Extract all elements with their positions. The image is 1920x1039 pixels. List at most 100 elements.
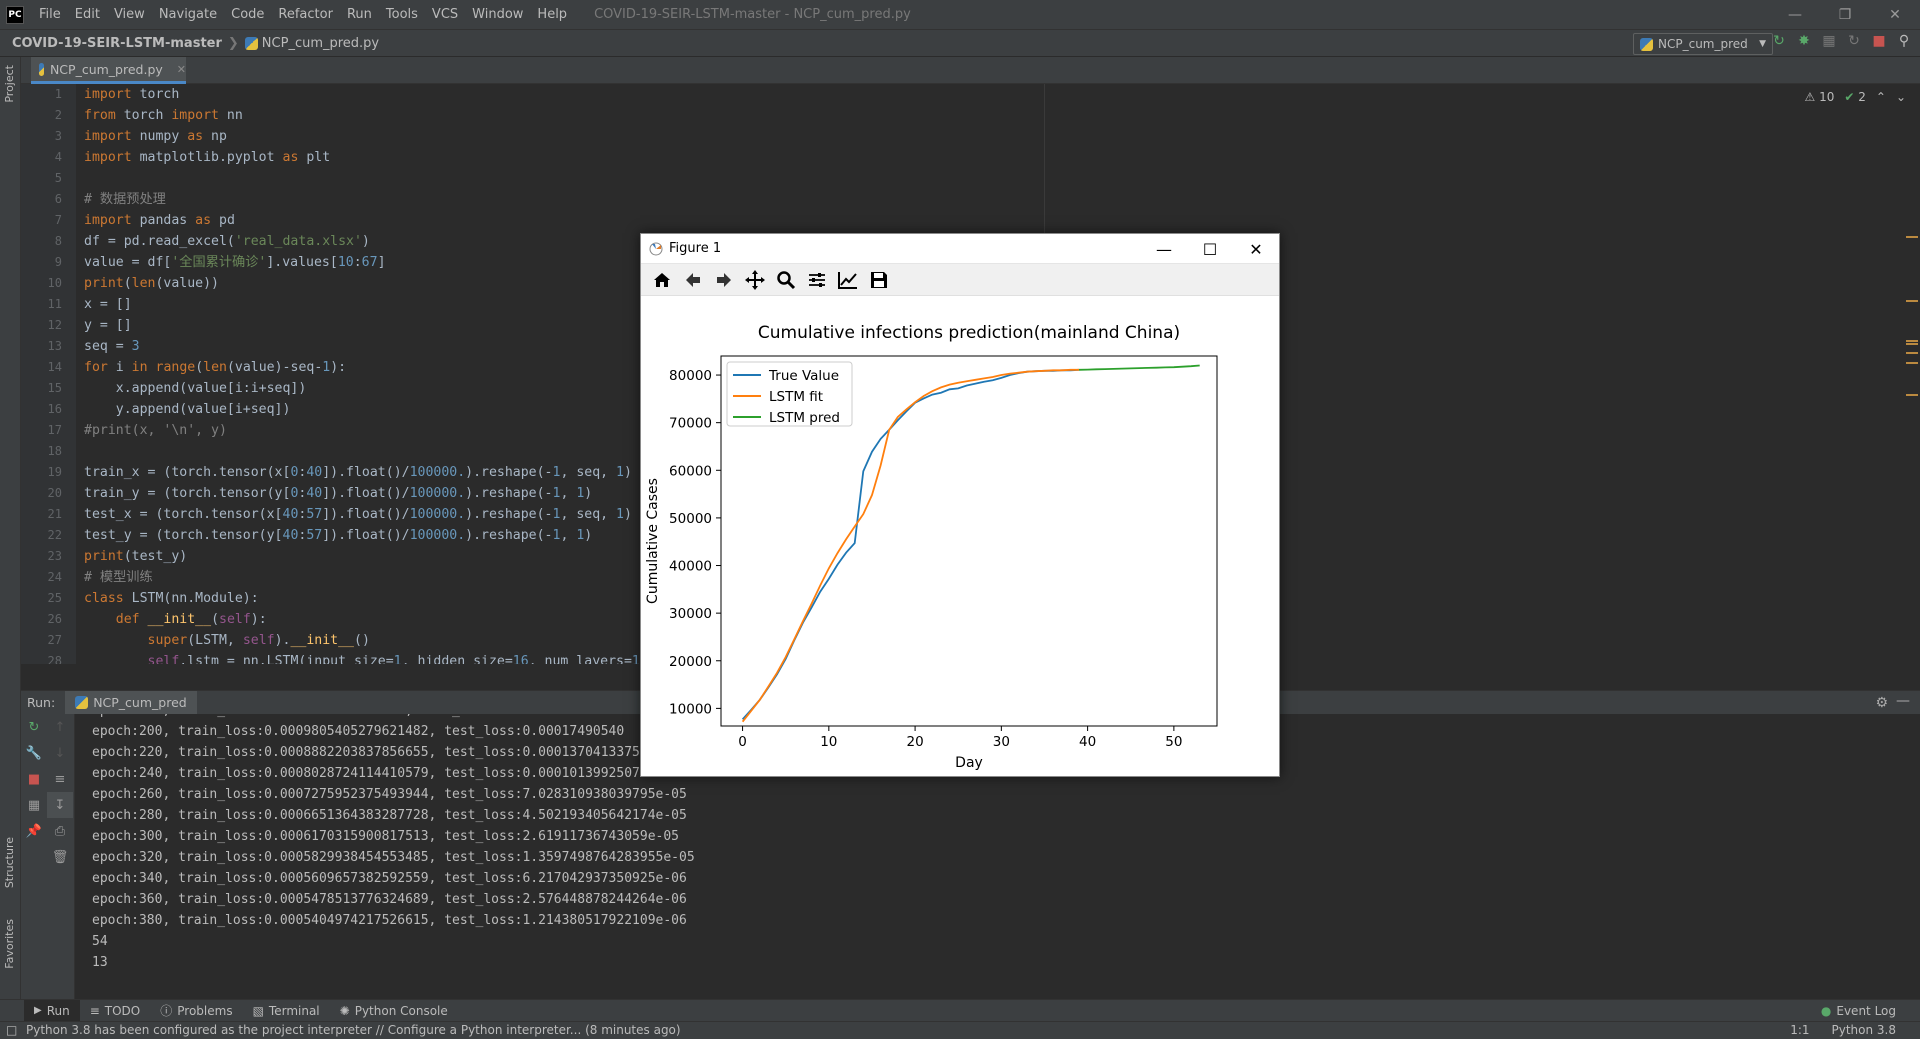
line-number: 25 [47, 591, 62, 605]
scroll-marker[interactable] [1906, 362, 1918, 364]
breadcrumb-file[interactable]: NCP_cum_pred.py [244, 35, 380, 51]
caret-position[interactable]: 1:1 [1790, 1022, 1809, 1039]
console-line: epoch:340, train_loss:0.0005609657382592… [92, 871, 687, 886]
soft-wrap-icon[interactable]: ≡ [47, 766, 73, 792]
restore-icon[interactable]: ❐ [1820, 0, 1870, 29]
menu-vcs[interactable]: VCS [425, 0, 465, 29]
tool-tab-run[interactable]: ▶ Run [24, 999, 80, 1022]
chevron-up-icon[interactable]: ⌃ [1876, 90, 1886, 104]
python-file-icon [244, 36, 258, 50]
list-icon: ≡ [89, 1003, 100, 1018]
stop-icon[interactable]: ■ [21, 766, 47, 792]
close-tab-icon[interactable]: ✕ [177, 63, 186, 76]
configure-subplots-icon[interactable] [804, 267, 830, 293]
structure-tool-tab[interactable]: Structure [3, 837, 16, 888]
minimize-icon[interactable]: — [1770, 0, 1820, 29]
debug-icon[interactable]: ✸ [1796, 33, 1812, 49]
line-number: 28 [47, 654, 62, 664]
status-square-icon[interactable]: □ [6, 1022, 17, 1039]
x-tick-label: 20 [906, 734, 923, 750]
rerun-icon[interactable]: ↻ [21, 714, 47, 740]
run-tab[interactable]: NCP_cum_pred [65, 690, 197, 715]
figure-close-icon[interactable]: ✕ [1233, 234, 1279, 264]
line-number: 23 [47, 549, 62, 563]
print-icon[interactable]: ⎙ [47, 818, 73, 844]
menu-view[interactable]: View [107, 0, 152, 29]
minimize-panel-icon[interactable]: — [1896, 693, 1910, 709]
breadcrumb-file-label: NCP_cum_pred.py [261, 35, 380, 51]
tool-tab-todo[interactable]: ≡ TODO [80, 1000, 151, 1022]
scroll-marker[interactable] [1906, 236, 1918, 238]
breadcrumb-project[interactable]: COVID-19-SEIR-LSTM-master [12, 36, 222, 51]
menu-navigate[interactable]: Navigate [152, 0, 224, 29]
line-number: 21 [47, 507, 62, 521]
profile-icon[interactable]: ↻ [1846, 33, 1862, 49]
left-tool-strip: Project Structure Favorites [0, 57, 21, 999]
favorites-tool-tab[interactable]: Favorites [3, 919, 16, 969]
stop-icon[interactable]: ■ [1871, 33, 1887, 49]
figure-maximize-icon[interactable]: ☐ [1187, 234, 1233, 264]
scroll-marker[interactable] [1906, 352, 1918, 354]
scroll-marker[interactable] [1906, 300, 1918, 302]
gear-icon[interactable]: ⚙ [1875, 695, 1888, 711]
legend-label: LSTM pred [769, 410, 840, 426]
matplotlib-icon [649, 242, 663, 255]
project-tool-tab[interactable]: Project [3, 65, 16, 103]
zoom-icon[interactable] [773, 267, 799, 293]
scroll-marker[interactable] [1906, 340, 1918, 342]
coverage-icon[interactable]: ▦ [1821, 33, 1837, 49]
line-number: 18 [47, 444, 62, 458]
chevron-down-icon[interactable]: ⌄ [1896, 90, 1906, 104]
forward-arrow-icon[interactable] [711, 267, 737, 293]
figure-plot-canvas[interactable]: Cumulative infections prediction(mainlan… [641, 296, 1279, 776]
arrow-down-icon[interactable]: ↓ [47, 740, 73, 766]
editor-tab-ncp-cum-pred[interactable]: NCP_cum_pred.py ✕ [31, 57, 186, 84]
y-tick-label: 30000 [669, 606, 712, 622]
scroll-marker[interactable] [1906, 343, 1918, 345]
menu-help[interactable]: Help [530, 0, 574, 29]
menu-refactor[interactable]: Refactor [271, 0, 340, 29]
code-line: import torch [84, 87, 180, 102]
menu-edit[interactable]: Edit [68, 0, 107, 29]
menu-bar: PC File Edit View Navigate Code Refactor… [0, 0, 1920, 29]
trash-icon[interactable]: 🗑 [47, 844, 73, 870]
tool-tab-python-console[interactable]: ✺ Python Console [330, 1000, 458, 1022]
code-line: import pandas as pd [84, 213, 235, 228]
tool-tab-terminal[interactable]: ▧ Terminal [243, 1000, 330, 1022]
home-icon[interactable] [649, 267, 675, 293]
check-count: ✔ 2 [1844, 90, 1866, 104]
back-arrow-icon[interactable] [680, 267, 706, 293]
close-icon[interactable]: ✕ [1870, 0, 1920, 29]
search-icon[interactable]: ⚲ [1896, 33, 1912, 49]
menu-tools[interactable]: Tools [379, 0, 425, 29]
menu-file[interactable]: File [32, 0, 68, 29]
figure-minimize-icon[interactable]: — [1141, 234, 1187, 264]
menu-run[interactable]: Run [340, 0, 379, 29]
scroll-to-end-icon[interactable]: ↧ [47, 792, 73, 818]
menu-code[interactable]: Code [224, 0, 271, 29]
figure-titlebar[interactable]: Figure 1 — ☐ ✕ [641, 234, 1279, 264]
tool-tab-problems[interactable]: ⓘ Problems [150, 1000, 242, 1022]
event-log-button[interactable]: ● Event Log [1821, 1000, 1896, 1022]
inspection-widget[interactable]: ⚠ 10 ✔ 2 ⌃ ⌄ [1804, 90, 1906, 104]
status-message[interactable]: Python 3.8 has been configured as the pr… [26, 1022, 681, 1039]
menu-window[interactable]: Window [465, 0, 530, 29]
save-icon[interactable] [866, 267, 892, 293]
layout-icon[interactable]: ▦ [21, 792, 47, 818]
edit-axes-icon[interactable] [835, 267, 861, 293]
pin-icon[interactable]: 📌 [21, 818, 47, 844]
breadcrumb-separator: ❯ [227, 35, 239, 51]
line-number: 6 [54, 192, 62, 206]
arrow-up-icon[interactable]: ↑ [47, 714, 73, 740]
wrench-icon[interactable]: 🔧 [21, 740, 47, 766]
x-tick-label: 10 [820, 734, 837, 750]
navigation-bar: COVID-19-SEIR-LSTM-master ❯ NCP_cum_pred… [0, 29, 1920, 57]
python-console-icon: ✺ [339, 1003, 350, 1018]
interpreter-indicator[interactable]: Python 3.8 [1832, 1022, 1897, 1039]
pan-icon[interactable] [742, 267, 768, 293]
run-config-dropdown[interactable]: NCP_cum_pred ▼ [1633, 33, 1773, 55]
scroll-marker[interactable] [1906, 394, 1918, 396]
console-line: epoch:320, train_loss:0.0005829938454553… [92, 850, 695, 865]
code-line: # 数据预处理 [84, 192, 166, 207]
rerun-icon[interactable]: ↻ [1771, 33, 1787, 49]
